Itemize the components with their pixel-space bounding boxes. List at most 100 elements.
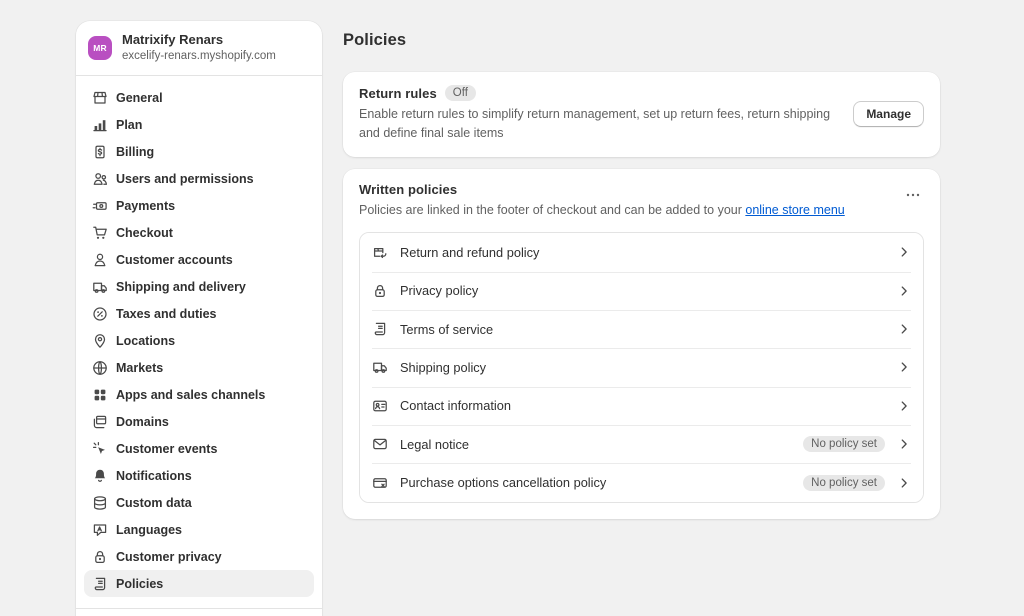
sidebar-item-label: Users and permissions (116, 172, 254, 186)
settings-sidebar: MR Matrixify Renars excelify-renars.mysh… (76, 21, 322, 616)
sidebar-item-customer-events[interactable]: Customer events (84, 435, 314, 462)
policy-list: Return and refund policy Privacy policy Te… (359, 232, 924, 503)
sidebar-item-label: Custom data (116, 496, 192, 510)
sidebar-item-apps-and-sales-channels[interactable]: Apps and sales channels (84, 381, 314, 408)
policy-row-shipping-policy[interactable]: Shipping policy (360, 348, 923, 386)
chevron-right-icon (897, 284, 911, 298)
sidebar-item-plan[interactable]: Plan (84, 111, 314, 138)
sidebar-item-label: Checkout (116, 226, 173, 240)
card-cancel-icon (372, 475, 388, 491)
sidebar-item-users-and-permissions[interactable]: Users and permissions (84, 165, 314, 192)
apps-grid-icon (92, 387, 108, 403)
sidebar-item-customer-accounts[interactable]: Customer accounts (84, 246, 314, 273)
sidebar-item-general[interactable]: General (84, 84, 314, 111)
sidebar-item-label: Apps and sales channels (116, 388, 265, 402)
lock-icon (372, 283, 388, 299)
written-policies-description: Policies are linked in the footer of che… (359, 201, 845, 220)
sidebar-item-label: Customer privacy (116, 550, 222, 564)
policy-label: Contact information (400, 398, 511, 413)
payment-card-icon (92, 198, 108, 214)
horizontal-dots-icon (905, 187, 921, 206)
sidebar-item-languages[interactable]: Languages (84, 516, 314, 543)
sidebar-item-domains[interactable]: Domains (84, 408, 314, 435)
plan-chart-icon (92, 117, 108, 133)
policy-label: Return and refund policy (400, 245, 539, 260)
page-title: Policies (343, 31, 940, 50)
sidebar-item-checkout[interactable]: Checkout (84, 219, 314, 246)
return-rules-status-badge: Off (445, 85, 476, 101)
store-name: Matrixify Renars (122, 32, 276, 48)
chevron-right-icon (897, 476, 911, 490)
globe-icon (92, 360, 108, 376)
store-icon (92, 90, 108, 106)
policy-row-terms-of-service[interactable]: Terms of service (360, 310, 923, 348)
store-domain: excelify-renars.myshopify.com (122, 49, 276, 64)
policy-row-privacy-policy[interactable]: Privacy policy (360, 272, 923, 310)
sidebar-item-label: Locations (116, 334, 175, 348)
sidebar-item-policies[interactable]: Policies (84, 570, 314, 597)
policy-status-badge: No policy set (803, 436, 885, 452)
store-identity: Matrixify Renars excelify-renars.myshopi… (122, 32, 276, 63)
truck-icon (372, 359, 388, 375)
percent-circle-icon (92, 306, 108, 322)
written-policies-card: Written policies Policies are linked in … (343, 169, 940, 519)
sidebar-item-notifications[interactable]: Notifications (84, 462, 314, 489)
more-actions-button[interactable] (902, 186, 924, 208)
sidebar-item-label: Customer accounts (116, 253, 233, 267)
sidebar-item-markets[interactable]: Markets (84, 354, 314, 381)
sidebar-item-locations[interactable]: Locations (84, 327, 314, 354)
sidebar-item-label: Markets (116, 361, 163, 375)
manage-button[interactable]: Manage (853, 101, 924, 127)
sidebar-item-customer-privacy[interactable]: Customer privacy (84, 543, 314, 570)
database-icon (92, 495, 108, 511)
policy-label: Shipping policy (400, 360, 486, 375)
chevron-right-icon (897, 322, 911, 336)
envelope-icon (372, 436, 388, 452)
contact-card-icon (372, 398, 388, 414)
sidebar-item-label: Taxes and duties (116, 307, 217, 321)
sidebar-item-label: Payments (116, 199, 175, 213)
chevron-right-icon (897, 399, 911, 413)
sidebar-item-taxes-and-duties[interactable]: Taxes and duties (84, 300, 314, 327)
bell-icon (92, 468, 108, 484)
sidebar-item-label: Plan (116, 118, 142, 132)
sidebar-item-label: Domains (116, 415, 169, 429)
policy-label: Legal notice (400, 437, 469, 452)
scroll-icon (372, 321, 388, 337)
written-policies-heading: Written policies (359, 182, 845, 197)
sidebar-item-label: Customer events (116, 442, 217, 456)
sidebar-item-label: General (116, 91, 163, 105)
sidebar-bottom-divider (76, 608, 322, 609)
truck-icon (92, 279, 108, 295)
main-content: Policies Return rules Off Enable return … (343, 0, 940, 519)
lock-icon (92, 549, 108, 565)
chevron-right-icon (897, 360, 911, 374)
policy-status-badge: No policy set (803, 475, 885, 491)
cursor-events-icon (92, 441, 108, 457)
package-return-icon (372, 244, 388, 260)
return-rules-card: Return rules Off Enable return rules to … (343, 72, 940, 157)
online-store-menu-link[interactable]: online store menu (745, 203, 844, 217)
sidebar-item-custom-data[interactable]: Custom data (84, 489, 314, 516)
sidebar-item-label: Shipping and delivery (116, 280, 246, 294)
location-pin-icon (92, 333, 108, 349)
sidebar-item-label: Billing (116, 145, 154, 159)
policy-label: Terms of service (400, 322, 493, 337)
domains-icon (92, 414, 108, 430)
sidebar-item-shipping-and-delivery[interactable]: Shipping and delivery (84, 273, 314, 300)
settings-nav: General Plan Billing Users and permissions P… (76, 76, 322, 597)
sidebar-item-label: Languages (116, 523, 182, 537)
policy-row-contact-information[interactable]: Contact information (360, 387, 923, 425)
sidebar-item-billing[interactable]: Billing (84, 138, 314, 165)
translate-bubble-icon (92, 522, 108, 538)
policy-label: Privacy policy (400, 283, 478, 298)
cart-icon (92, 225, 108, 241)
policy-row-return-and-refund-policy[interactable]: Return and refund policy (360, 233, 923, 271)
policy-row-purchase-options-cancellation-policy[interactable]: Purchase options cancellation policy No p… (360, 463, 923, 501)
sidebar-item-label: Policies (116, 577, 163, 591)
policy-row-legal-notice[interactable]: Legal notice No policy set (360, 425, 923, 463)
return-rules-heading: Return rules (359, 86, 437, 101)
sidebar-item-label: Notifications (116, 469, 192, 483)
sidebar-item-payments[interactable]: Payments (84, 192, 314, 219)
policy-label: Purchase options cancellation policy (400, 475, 606, 490)
